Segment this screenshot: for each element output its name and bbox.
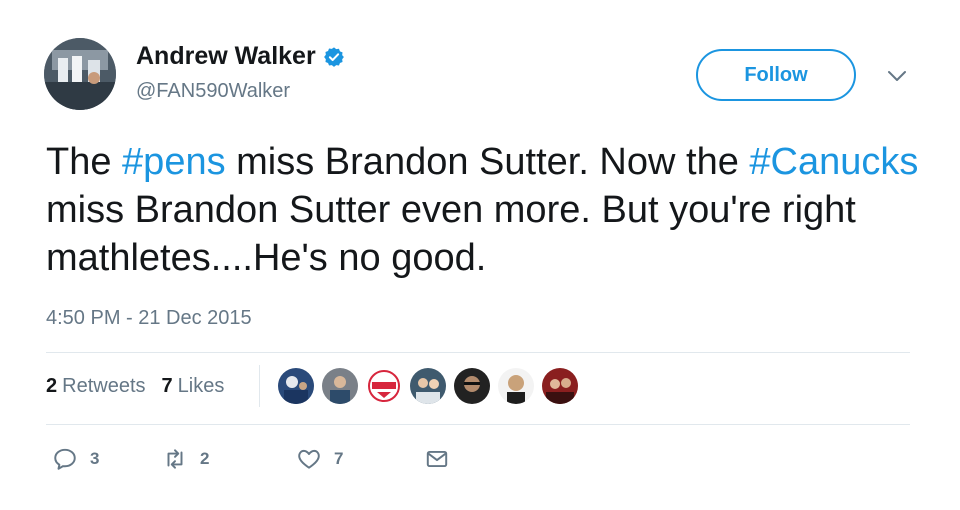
tweet-stats: 2 Retweets 7 Likes bbox=[46, 375, 240, 398]
tweet-actions: 3 2 7 bbox=[52, 446, 450, 472]
likes-stat[interactable]: 7 Likes bbox=[162, 375, 225, 398]
liker-avatar[interactable] bbox=[278, 368, 314, 404]
retweets-stat[interactable]: 2 Retweets bbox=[46, 375, 146, 398]
liker-avatar[interactable] bbox=[542, 368, 578, 404]
liker-avatar[interactable] bbox=[366, 368, 402, 404]
tweet-text: The #pens miss Brandon Sutter. Now the #… bbox=[46, 138, 926, 282]
liker-avatar[interactable] bbox=[410, 368, 446, 404]
retweet-count: 2 bbox=[200, 449, 210, 468]
direct-message-button[interactable] bbox=[424, 446, 450, 472]
like-button[interactable]: 7 bbox=[296, 446, 424, 472]
author-avatar[interactable] bbox=[44, 38, 116, 110]
likes-label: Likes bbox=[177, 375, 225, 397]
reply-count: 3 bbox=[90, 449, 100, 468]
author-name-row: Andrew Walker bbox=[136, 42, 345, 71]
direct-message-icon bbox=[426, 450, 448, 468]
likes-count: 7 bbox=[161, 375, 173, 397]
author-display-name[interactable]: Andrew Walker bbox=[136, 42, 316, 71]
tweet-text-segment: miss Brandon Sutter even more. But you'r… bbox=[46, 189, 856, 279]
author-handle[interactable]: @FAN590Walker bbox=[136, 80, 290, 103]
like-count: 7 bbox=[334, 449, 344, 468]
tweet-timestamp[interactable]: 4:50 PM - 21 Dec 2015 bbox=[46, 307, 252, 330]
divider bbox=[46, 352, 910, 353]
chevron-down-icon[interactable] bbox=[886, 68, 908, 84]
retweet-button[interactable]: 2 bbox=[162, 446, 296, 472]
tweet-text-segment: miss Brandon Sutter. Now the bbox=[225, 141, 750, 183]
divider bbox=[46, 424, 910, 425]
reply-icon bbox=[54, 448, 76, 470]
liker-avatar[interactable] bbox=[498, 368, 534, 404]
hashtag-link-pens[interactable]: #pens bbox=[122, 141, 226, 183]
liker-avatars bbox=[278, 368, 586, 404]
verified-badge-icon bbox=[323, 46, 344, 67]
hashtag-link-canucks[interactable]: #Canucks bbox=[749, 141, 918, 183]
retweets-count: 2 bbox=[46, 375, 58, 397]
avatar-photo bbox=[44, 38, 116, 110]
retweets-label: Retweets bbox=[62, 375, 146, 397]
liker-avatar[interactable] bbox=[322, 368, 358, 404]
retweet-icon bbox=[167, 449, 183, 469]
liker-avatar[interactable] bbox=[454, 368, 490, 404]
heart-icon bbox=[298, 449, 320, 469]
follow-button[interactable]: Follow bbox=[696, 49, 856, 101]
stats-separator bbox=[259, 365, 260, 407]
tweet-text-segment: The bbox=[46, 141, 123, 183]
reply-button[interactable]: 3 bbox=[52, 446, 162, 472]
